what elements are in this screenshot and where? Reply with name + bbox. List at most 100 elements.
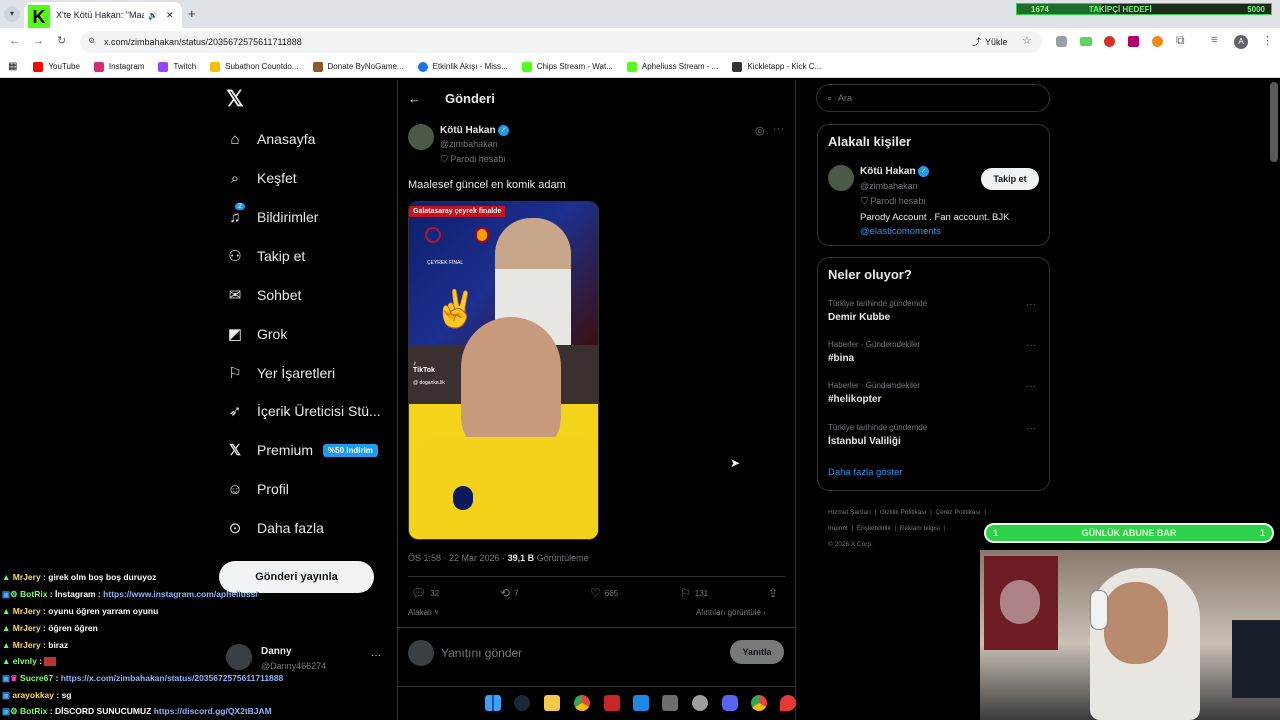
grok-post-icon[interactable]: ◎ bbox=[755, 124, 765, 137]
app-red-icon[interactable] bbox=[604, 695, 620, 711]
chat-link[interactable]: https://x.com/zimbahakan/status/20356725… bbox=[61, 673, 284, 683]
sidebar-item-bookmarks[interactable]: ⚐ Yer İşaretleri bbox=[226, 360, 335, 386]
sidebar-item-more[interactable]: ⊙ Daha fazla bbox=[226, 515, 324, 541]
app-chess-icon[interactable] bbox=[662, 695, 678, 711]
view-quotes-link[interactable]: Alıntıları görüntüle › bbox=[696, 608, 766, 617]
post-video[interactable]: Galatasaray çeyrek finalde ÇEYREK FİNAL … bbox=[408, 201, 599, 540]
audio-icon[interactable]: 🔊 bbox=[148, 11, 158, 20]
extension-shield-icon[interactable] bbox=[1056, 36, 1067, 47]
author-handle[interactable]: @zimbahakan bbox=[440, 139, 498, 149]
reload-icon[interactable]: ↻ bbox=[57, 34, 66, 47]
account-switcher[interactable]: Danny @Danny466274 ··· bbox=[226, 644, 386, 674]
profile-avatar[interactable]: A bbox=[1234, 35, 1248, 49]
sidebar-item-premium[interactable]: 𝕏 Premium %50 indirim bbox=[226, 437, 378, 463]
folder-icon[interactable] bbox=[544, 695, 560, 711]
sidebar-item-grok[interactable]: ◩ Grok bbox=[226, 321, 287, 347]
reply-button[interactable]: Yanıtla bbox=[730, 640, 784, 664]
trend-item[interactable]: Türkiye tarihinde gündemde Demir Kubbe bbox=[828, 299, 927, 323]
app-pin-icon[interactable] bbox=[780, 695, 796, 711]
tab-close-icon[interactable]: ✕ bbox=[166, 10, 174, 21]
trend-item[interactable]: Haberler · Gündemdekiler #helikopter bbox=[828, 381, 920, 405]
trend-more-icon[interactable]: ··· bbox=[1026, 299, 1036, 310]
bookmark-bynogame[interactable]: Donate ByNoGame... bbox=[312, 61, 404, 72]
back-icon[interactable]: ← bbox=[9, 35, 20, 47]
address-bar[interactable]: x.com/zimbahakan/status/2035672575611711… bbox=[80, 31, 1042, 53]
footer-link[interactable]: Imprint bbox=[828, 525, 848, 532]
sidebar-item-creator-studio[interactable]: ➶ İçerik Üreticisi Stü... bbox=[226, 398, 381, 424]
app-gear-icon[interactable] bbox=[692, 695, 708, 711]
chat-link[interactable]: https://www.instagram.com/apheliuss/ bbox=[103, 589, 258, 599]
search-box[interactable]: ⌕ Ara bbox=[816, 84, 1050, 112]
steam-icon[interactable] bbox=[514, 695, 530, 711]
extensions-puzzle-icon[interactable]: ⧉ bbox=[1176, 33, 1185, 48]
footer-link[interactable]: Hizmet Şartları bbox=[828, 509, 871, 516]
sidebar-item-follow[interactable]: ⚇ Takip et bbox=[226, 243, 305, 269]
star-icon[interactable]: ☆ bbox=[1022, 34, 1032, 47]
windows-start-icon[interactable] bbox=[485, 695, 501, 711]
footer-link[interactable]: Çerez Politikası bbox=[935, 509, 980, 516]
extension-red-icon[interactable] bbox=[1104, 36, 1115, 47]
trend-more-icon[interactable]: ··· bbox=[1026, 381, 1036, 392]
bookmark-etkinlik[interactable]: Etkinlik Akışı - Miss... bbox=[417, 61, 508, 72]
bookmark-subathon[interactable]: Subathon Countdo... bbox=[210, 61, 299, 72]
chat-link[interactable]: https://discord.gg/QX2tBJAM bbox=[154, 706, 272, 716]
chat-message: ▲ MrJery : öğren öğren bbox=[2, 623, 98, 633]
reply-action[interactable]: 💬︎ 32 bbox=[411, 586, 439, 600]
person-bio-link[interactable]: @elasticomoments bbox=[860, 226, 941, 237]
like-action[interactable]: ♡ 665 bbox=[590, 586, 618, 600]
chrome-active-icon[interactable] bbox=[751, 695, 767, 711]
apps-grid-icon[interactable]: ▦ bbox=[8, 61, 17, 72]
bookmark-apheliuss[interactable]: Apheliuss Stream - ... bbox=[626, 61, 718, 72]
extension-purple-icon[interactable] bbox=[1128, 36, 1139, 47]
x-logo[interactable]: 𝕏 bbox=[226, 86, 244, 112]
bookmark-instagram[interactable]: Instagram bbox=[93, 61, 144, 72]
page-scrollbar[interactable] bbox=[1270, 82, 1278, 162]
person-name[interactable]: Kötü Hakan bbox=[860, 166, 916, 177]
divider bbox=[398, 686, 795, 687]
person-handle[interactable]: @zimbahakan bbox=[860, 181, 918, 191]
show-more-link[interactable]: Daha fazla göster bbox=[828, 467, 902, 478]
footer-link[interactable]: Gizlilik Politikası bbox=[880, 509, 927, 516]
chrome-icon[interactable] bbox=[574, 695, 590, 711]
sidebar-item-notifications[interactable]: ♫ 2 Bildirimler bbox=[226, 203, 318, 230]
bookmark-kicklet[interactable]: Kickletapp - Kick C... bbox=[732, 61, 821, 72]
discord-icon[interactable] bbox=[722, 695, 738, 711]
footer-link[interactable]: Reklam bilgisi bbox=[900, 525, 940, 532]
repost-action[interactable]: ⟲ 7 bbox=[500, 586, 519, 600]
sidebar-item-profile[interactable]: ☺ Profil bbox=[226, 476, 289, 502]
bookmark-chips[interactable]: Chips Stream - Wat... bbox=[521, 61, 613, 72]
sidebar-item-home[interactable]: ⌂ Anasayfa bbox=[226, 126, 315, 152]
follow-button[interactable]: Takip et bbox=[981, 168, 1039, 190]
share-action[interactable]: ⇪ bbox=[768, 586, 782, 600]
post-time[interactable]: ÖS 1:58 · 22 Mar 2026 · bbox=[408, 553, 508, 563]
trend-more-icon[interactable]: ··· bbox=[1026, 423, 1036, 434]
reply-input[interactable]: Yanıtını gönder bbox=[441, 646, 522, 660]
bookmark-youtube[interactable]: YouTube bbox=[33, 61, 80, 72]
upload-button[interactable]: ⤴ Yükle bbox=[972, 35, 1008, 48]
extension-orange-icon[interactable] bbox=[1152, 36, 1163, 47]
trend-item[interactable]: Türkiye tarihinde gündemde İstanbul Valil… bbox=[828, 423, 927, 447]
more-dots-icon[interactable]: ··· bbox=[371, 650, 381, 661]
bookmark-twitch[interactable]: Twitch bbox=[158, 61, 196, 72]
trend-item[interactable]: Haberler · Gündemdekiler #bina bbox=[828, 340, 920, 364]
sidebar-item-explore[interactable]: ⌕ Keşfet bbox=[226, 165, 297, 191]
site-info-icon[interactable]: ⚙ bbox=[88, 36, 95, 45]
bookmark-outline-icon: ⚐ bbox=[680, 586, 691, 600]
reading-list-icon[interactable]: ≡ bbox=[1211, 34, 1217, 46]
back-arrow-icon[interactable]: ← bbox=[408, 91, 421, 106]
bookmark-action[interactable]: ⚐ 131 bbox=[680, 586, 708, 600]
author-avatar[interactable] bbox=[408, 124, 434, 150]
app-blue-icon[interactable] bbox=[633, 695, 649, 711]
footer-link[interactable]: Erişilebilirlik bbox=[857, 525, 891, 532]
tab-list-button[interactable]: ▾ bbox=[4, 6, 20, 22]
person-avatar[interactable] bbox=[828, 165, 854, 191]
forward-icon[interactable]: → bbox=[33, 35, 44, 47]
browser-menu-icon[interactable]: ⋮ bbox=[1262, 34, 1273, 47]
extension-green-icon[interactable] bbox=[1080, 37, 1092, 46]
new-tab-button[interactable]: + bbox=[188, 6, 196, 21]
post-more-icon[interactable]: ··· bbox=[773, 123, 784, 135]
trend-more-icon[interactable]: ··· bbox=[1026, 340, 1036, 351]
sidebar-item-messages[interactable]: ✉ Sohbet bbox=[226, 282, 302, 308]
author-name[interactable]: Kötü Hakan bbox=[440, 125, 496, 136]
relevant-dropdown[interactable]: Alakalı ˅ bbox=[408, 608, 439, 617]
